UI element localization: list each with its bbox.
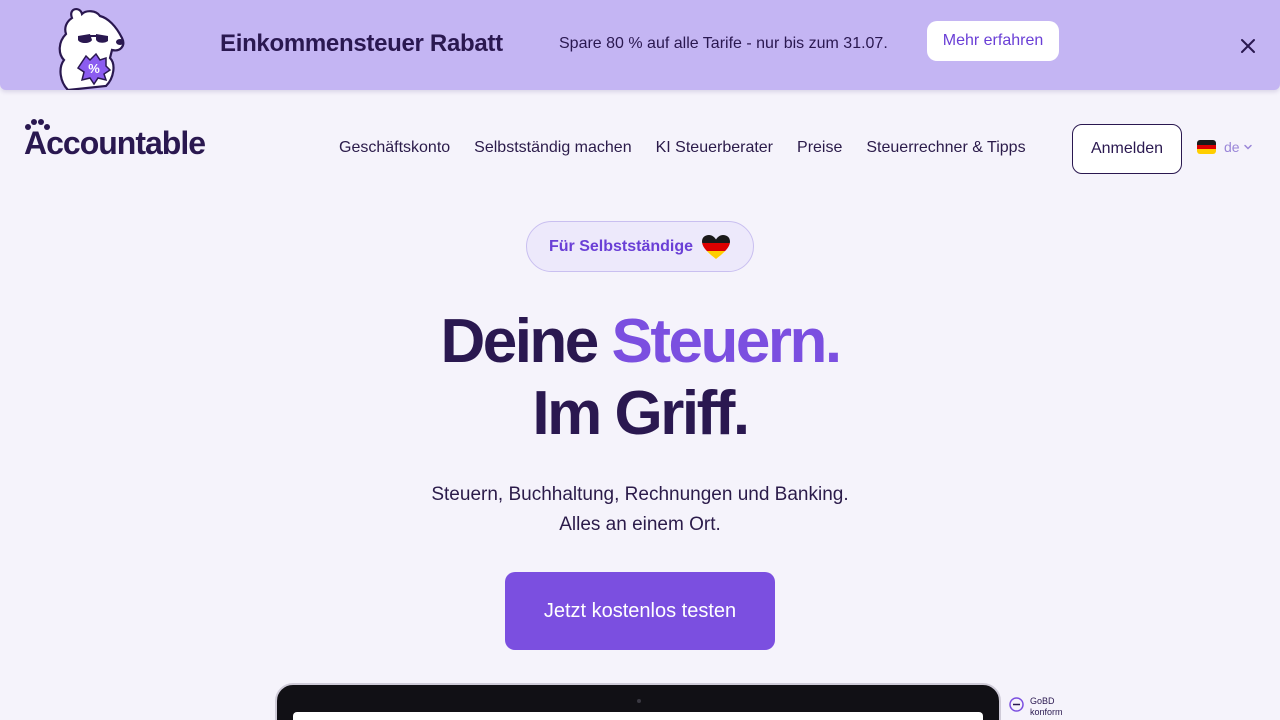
gobd-line-1: GoBD — [1030, 696, 1055, 706]
paw-icon — [25, 119, 50, 130]
promo-banner: % Einkommensteuer Rabatt Spare 80 % auf … — [0, 0, 1280, 90]
laptop-preview — [275, 683, 1001, 720]
gobd-seal-icon — [1009, 697, 1024, 712]
nav-item-business-account[interactable]: Geschäftskonto — [339, 139, 450, 157]
dog-mascot-icon: % — [58, 8, 125, 90]
camera-dot — [637, 699, 641, 703]
laptop-screen — [293, 712, 983, 720]
language-code: de — [1224, 139, 1240, 155]
logo[interactable]: Accountable — [24, 119, 206, 162]
german-flag-icon — [1197, 140, 1216, 154]
banner-title: Einkommensteuer Rabatt — [220, 30, 503, 57]
mascot-badge-text: % — [88, 61, 100, 76]
nav-item-ai-tax-advisor[interactable]: KI Steuerberater — [656, 139, 773, 157]
gobd-line-2: konform — [1030, 707, 1063, 717]
headline-line-1: Deine Steuern. — [0, 306, 1280, 377]
subline-2: Alles an einem Ort. — [559, 514, 721, 535]
logo-text: Accountable — [24, 125, 206, 161]
gobd-text: GoBD konform — [1030, 696, 1063, 718]
try-free-button[interactable]: Jetzt kostenlos testen — [505, 572, 775, 650]
nav-item-pricing[interactable]: Preise — [797, 139, 842, 157]
headline-part: Deine — [440, 307, 612, 376]
nav-item-tax-calculator-tips[interactable]: Steuerrechner & Tipps — [866, 139, 1025, 157]
chevron-down-icon — [1243, 144, 1252, 150]
subline-1: Steuern, Buchhaltung, Rechnungen und Ban… — [431, 484, 849, 505]
more-info-button[interactable]: Mehr erfahren — [927, 21, 1059, 61]
headline-line-2: Im Griff. — [532, 379, 750, 448]
language-selector[interactable]: de — [1197, 139, 1253, 155]
audience-pill: Für Selbstständige — [526, 221, 754, 272]
pill-label: Für Selbstständige — [548, 237, 694, 255]
german-heart-icon — [702, 234, 731, 259]
close-icon[interactable] — [1236, 34, 1260, 58]
banner-text: Spare 80 % auf alle Tarife - nur bis zum… — [559, 35, 888, 52]
gobd-badge: GoBD konform — [1009, 696, 1063, 718]
nav-item-become-self-employed[interactable]: Selbstständig machen — [474, 139, 631, 157]
login-button[interactable]: Anmelden — [1072, 124, 1182, 174]
headline-accent: Steuern. — [611, 307, 843, 376]
main-nav: Geschäftskonto Selbstständig machen KI S… — [339, 139, 1050, 157]
